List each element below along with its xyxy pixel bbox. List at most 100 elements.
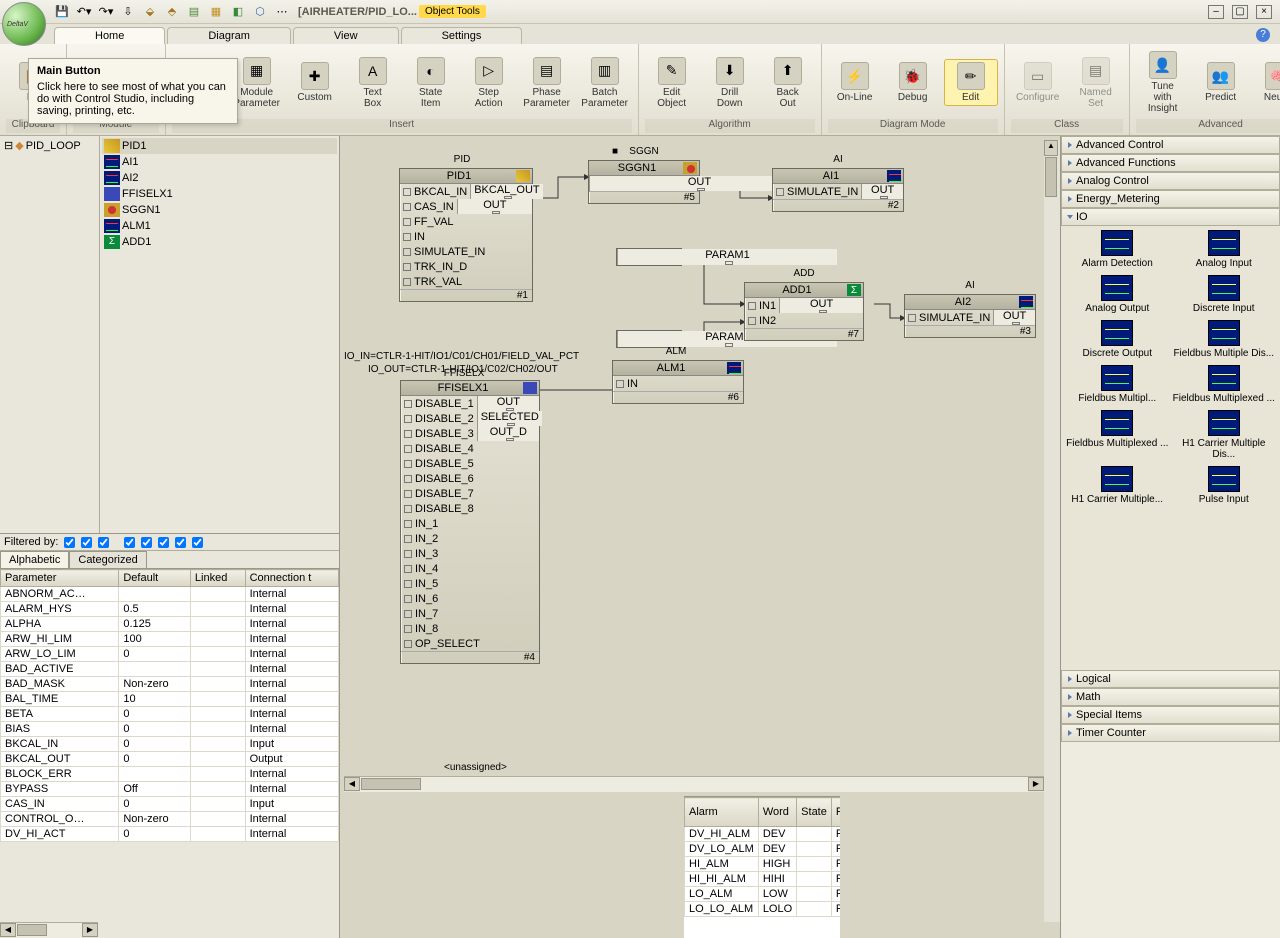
palette-item[interactable]: Discrete Input (1172, 275, 1277, 314)
filter-check[interactable] (141, 537, 152, 548)
param-row[interactable]: BKCAL_OUT0Output (1, 752, 339, 767)
param-row[interactable]: DV_HI_ACT0Internal (1, 827, 339, 842)
scroll-left[interactable]: ◀ (344, 777, 360, 791)
minimize-button[interactable]: – (1208, 5, 1224, 19)
param-row[interactable]: ALARM_HYS0.5Internal (1, 602, 339, 617)
qat-icon[interactable]: ▦ (208, 4, 224, 20)
param-row[interactable]: BAD_ACTIVEInternal (1, 662, 339, 677)
text-box-button[interactable]: ATextBox (346, 55, 400, 111)
tree-item-ffiselx1[interactable]: FFISELX1 (102, 186, 337, 202)
param-col[interactable]: Parameter (1, 570, 119, 587)
tree-item-ai2[interactable]: AI2 (102, 170, 337, 186)
param-col[interactable]: Default (119, 570, 191, 587)
alarm-row[interactable]: DV_LO_ALMDEVPID1/DV_LO_ACT0FalseFalseADV… (685, 842, 841, 857)
palette-category-advanced-control[interactable]: Advanced Control (1061, 136, 1280, 154)
tree-item-add1[interactable]: ΣADD1 (102, 234, 337, 250)
on-line-button[interactable]: ⚡On-Line (828, 60, 882, 105)
block-param1[interactable]: PARAM1 (616, 248, 682, 266)
scroll-right[interactable]: ▶ (1028, 777, 1044, 791)
filter-check[interactable] (192, 537, 203, 548)
alarm-col[interactable]: Word (758, 798, 796, 827)
param-row[interactable]: BIAS0Internal (1, 722, 339, 737)
back-out-button[interactable]: ⬆BackOut (761, 55, 815, 111)
tab-settings[interactable]: Settings (401, 27, 523, 44)
param-row[interactable]: BETA0Internal (1, 707, 339, 722)
param-row[interactable]: ARW_LO_LIM0Internal (1, 647, 339, 662)
block-alm1[interactable]: ALM1 IN #6 (612, 360, 744, 404)
redo-icon[interactable]: ↷▾ (98, 4, 114, 20)
palette-item[interactable]: Fieldbus Multiplexed ... (1065, 410, 1170, 460)
custom-button[interactable]: ✚Custom (288, 60, 342, 105)
filter-check[interactable] (175, 537, 186, 548)
state-item-button[interactable]: ◐StateItem (404, 55, 458, 111)
predict-button[interactable]: 👥Predict (1194, 60, 1248, 105)
qat-icon[interactable]: ⇩ (120, 4, 136, 20)
block-ai1[interactable]: AI1 SIMULATE_IN OUT #2 (772, 168, 904, 212)
alarm-row[interactable]: DV_HI_ALMDEVPID1/DV_HI_ACT0FalseFalseADV… (685, 827, 841, 842)
qat-icon[interactable]: ◧ (230, 4, 246, 20)
block-add1[interactable]: ADD1Σ IN1 OUT IN2 #7 (744, 282, 864, 341)
param-row[interactable]: ALPHA0.125Internal (1, 617, 339, 632)
edit-object-button[interactable]: ✎EditObject (645, 55, 699, 111)
main-button[interactable] (2, 2, 50, 50)
palette-category-logical[interactable]: Logical (1061, 670, 1280, 688)
debug-button[interactable]: 🐞Debug (886, 60, 940, 105)
palette-category-timer-counter[interactable]: Timer Counter (1061, 724, 1280, 742)
alarm-row[interactable]: LO_ALMLOWPID1/LO_ACT5FalseFalseWAR…PID1/… (685, 887, 841, 902)
tree-root[interactable]: ⊟◆PID_LOOP (2, 138, 97, 153)
qat-icon[interactable]: ⬡ (252, 4, 268, 20)
tree-item-alm1[interactable]: ALM1 (102, 218, 337, 234)
palette-category-math[interactable]: Math (1061, 688, 1280, 706)
tab-view[interactable]: View (293, 27, 399, 44)
palette-item[interactable]: Pulse Input (1172, 466, 1277, 505)
param-col[interactable]: Linked (190, 570, 245, 587)
tree-item-pid1[interactable]: PID1 (102, 138, 337, 154)
param-row[interactable]: ABNORM_AC…Internal (1, 587, 339, 602)
configure-button[interactable]: ▭Configure (1011, 60, 1065, 105)
drill-down-button[interactable]: ⬇DrillDown (703, 55, 757, 111)
tree-item-sggn1[interactable]: SGGN1 (102, 202, 337, 218)
tab-home[interactable]: Home (54, 27, 165, 44)
filter-check[interactable] (124, 537, 135, 548)
filter-check[interactable] (98, 537, 109, 548)
palette-item[interactable]: H1 Carrier Multiple Dis... (1172, 410, 1277, 460)
palette-item[interactable]: Fieldbus Multiplexed ... (1172, 365, 1277, 404)
palette-category-io[interactable]: IO (1061, 208, 1280, 226)
block-ffiselx1[interactable]: FFISELX1 DISABLE_1OUTDISABLE_2SELECTEDDI… (400, 380, 540, 664)
tab-categorized[interactable]: Categorized (69, 551, 146, 568)
palette-category-advanced-functions[interactable]: Advanced Functions (1061, 154, 1280, 172)
param-row[interactable]: BKCAL_IN0Input (1, 737, 339, 752)
param-row[interactable]: BYPASSOffInternal (1, 782, 339, 797)
named-set-button[interactable]: ▤NamedSet (1069, 55, 1123, 111)
block-ai2[interactable]: AI2 SIMULATE_IN OUT #3 (904, 294, 1036, 338)
param-row[interactable]: CONTROL_O…Non-zeroInternal (1, 812, 339, 827)
scroll-thumb[interactable] (1045, 157, 1057, 197)
undo-icon[interactable]: ↶▾ (76, 4, 92, 20)
maximize-button[interactable]: ▢ (1232, 5, 1248, 19)
edit-button[interactable]: ✏Edit (944, 59, 998, 106)
palette-item[interactable]: Analog Input (1172, 230, 1277, 269)
neural-button[interactable]: 🧠Neural (1252, 60, 1280, 105)
palette-category-special-items[interactable]: Special Items (1061, 706, 1280, 724)
palette-item[interactable]: Fieldbus Multiple Dis... (1172, 320, 1277, 359)
filter-check[interactable] (81, 537, 92, 548)
alarm-col[interactable]: Parameter (831, 798, 840, 827)
param-col[interactable]: Connection t (245, 570, 338, 587)
alarm-row[interactable]: LO_LO_ALMLOLOPID1/LO_LO_ACT0FalseFalseCR… (685, 902, 841, 917)
palette-item[interactable]: Alarm Detection (1065, 230, 1170, 269)
phase-parameter-button[interactable]: ▤PhaseParameter (520, 55, 574, 111)
close-button[interactable]: × (1256, 5, 1272, 19)
help-icon[interactable]: ? (1256, 28, 1270, 42)
alarm-col[interactable]: Alarm (685, 798, 759, 827)
qat-icon[interactable]: ⬙ (142, 4, 158, 20)
alarm-row[interactable]: HI_HI_ALMHIHIPID1/HI_HI_ACT100FalseFalse… (685, 872, 841, 887)
alarm-col[interactable]: State (797, 798, 832, 827)
param-row[interactable]: ARW_HI_LIM100Internal (1, 632, 339, 647)
block-sggn1[interactable]: SGGN1 OUT #5 (588, 160, 700, 204)
batch-parameter-button[interactable]: ▥BatchParameter (578, 55, 632, 111)
qat-dropdown[interactable]: ⋯ (274, 4, 290, 20)
param-row[interactable]: CAS_IN0Input (1, 797, 339, 812)
palette-category-energy-metering[interactable]: Energy_Metering (1061, 190, 1280, 208)
step-action-button[interactable]: ▷StepAction (462, 55, 516, 111)
scroll-up[interactable]: ▲ (1044, 140, 1058, 156)
